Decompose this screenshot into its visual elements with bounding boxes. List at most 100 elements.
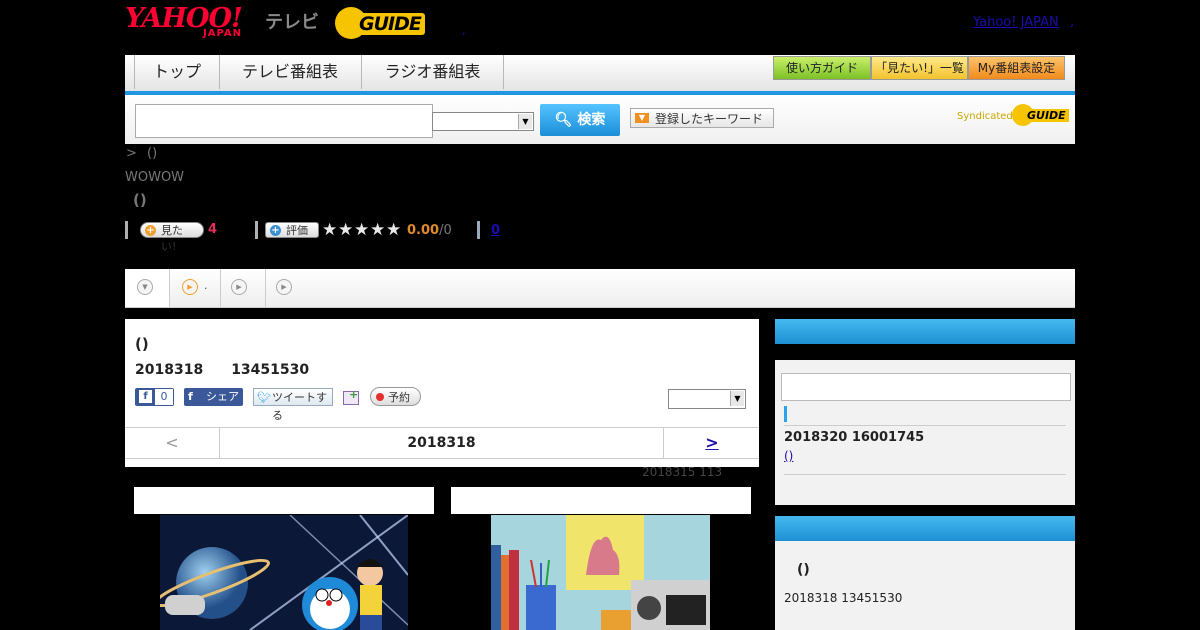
registered-keyword-label: 登録したキーワード <box>655 112 764 126</box>
breadcrumb-arrow: > <box>126 146 137 161</box>
my-listings-settings-button[interactable]: My番組表設定 <box>968 56 1065 80</box>
search-button-label: 検索 <box>577 112 606 128</box>
sidebar-program-link[interactable]: () <box>784 449 840 463</box>
action-divider <box>477 221 480 239</box>
twitter-bird-icon: 🐦︎ <box>257 391 271 404</box>
last-updated: 2018315 113 <box>642 465 723 479</box>
program-title: () <box>133 191 147 209</box>
sidebar-related-title: () <box>797 562 810 578</box>
header-dot: , <box>462 24 466 37</box>
play-icon: ▶ <box>231 279 247 295</box>
program-broadcast-time: 2018318 13451530 <box>135 362 310 378</box>
facebook-share-button[interactable]: f シェア <box>184 388 243 406</box>
like-count: 0 <box>155 389 173 405</box>
nav-tab-radio-listings[interactable]: ラジオ番組表 <box>362 55 504 89</box>
comment-count-link[interactable]: 0 <box>491 223 500 238</box>
tweet-label: ツイートする <box>272 391 327 422</box>
channel-name: WOWOW <box>125 170 185 185</box>
thumbnail-header <box>451 487 751 514</box>
registered-keyword-button[interactable]: ▼ 登録したキーワード <box>630 108 774 128</box>
tv-label[interactable]: テレビ <box>265 8 319 34</box>
plus-icon: + <box>349 388 359 401</box>
tweet-button[interactable]: 🐦︎ ツイートする <box>253 388 333 422</box>
recorder-select[interactable]: ▼ <box>668 389 746 409</box>
tab-dot: . <box>204 279 208 292</box>
yahoo-link-trail: , <box>1070 15 1075 30</box>
search-category-select[interactable]: ▼ <box>432 112 534 131</box>
rate-button[interactable]: + 評価 <box>265 222 319 238</box>
syndicated-gguide-logo: GUIDE <box>1012 104 1069 126</box>
facebook-like-button[interactable]: f 0 <box>135 388 174 406</box>
plus-icon: + <box>145 225 156 236</box>
gguide-logo[interactable]: GUIDE <box>335 7 431 39</box>
bookmark-icon[interactable]: + <box>343 388 359 405</box>
syndicated-label: Syndicated <box>957 111 1013 122</box>
mitai-label: 見たい! <box>161 224 183 253</box>
plus-icon: + <box>270 225 281 236</box>
program-image-room[interactable] <box>491 515 710 630</box>
star-icon: ★ <box>354 220 370 240</box>
star-icon: ★ <box>322 220 338 240</box>
reserve-label: 予約 <box>388 391 410 404</box>
breadcrumb: > () <box>126 146 157 161</box>
previous-date-button[interactable]: < <box>125 428 220 458</box>
search-area: ▼ 🔍︎ 検索 ▼ 登録したキーワード Syndicated GUIDE <box>125 95 1075 144</box>
search-icon: 🔍︎ <box>554 112 573 128</box>
action-divider <box>255 221 258 239</box>
mitai-button[interactable]: + 見たい! <box>140 222 204 253</box>
tab-third[interactable]: ▶ <box>221 269 266 307</box>
share-label: シェア <box>206 390 239 403</box>
tab-fourth[interactable]: ▶ <box>266 269 310 307</box>
syndicated-logo-text: GUIDE <box>1024 109 1069 122</box>
facebook-icon: f <box>139 390 152 403</box>
chevron-down-icon: ▼ <box>730 391 744 406</box>
action-divider <box>125 221 128 239</box>
mitai-count: 4 <box>208 222 218 237</box>
sidebar-search-field[interactable] <box>781 373 1071 401</box>
tab-program-info[interactable]: ▼ <box>125 269 170 307</box>
gguide-logo-text: GUIDE <box>355 13 425 35</box>
room-scene-image <box>491 515 710 630</box>
main-nav: トップ テレビ番組表 ラジオ番組表 使い方ガイド 「見たい!」一覧 My番組表設… <box>125 55 1075 95</box>
program-detail-title: () <box>135 335 149 353</box>
reserve-button[interactable]: 予約 <box>370 387 421 406</box>
chevron-down-icon: ▼ <box>137 279 153 295</box>
mitai-list-button[interactable]: 「見たい!」一覧 <box>871 56 968 80</box>
sidebar-header-band <box>775 344 1075 360</box>
play-icon: ▶ <box>276 279 292 295</box>
date-navigation: < 2018318 > <box>125 427 759 459</box>
search-button[interactable]: 🔍︎ 検索 <box>540 104 620 136</box>
sidebar-header <box>775 516 1075 541</box>
star-icon: ★ <box>386 220 402 240</box>
program-detail-card: () 2018318 13451530 f 0 f シェア 🐦︎ ツイートする … <box>125 319 759 467</box>
star-icon: ★ <box>338 220 354 240</box>
record-icon <box>376 393 384 401</box>
rating-value: 0.00/0 <box>407 223 452 238</box>
sidebar-related-time: 2018318 13451530 <box>784 591 903 605</box>
thumbnail-header <box>134 487 434 514</box>
tab-second[interactable]: ▶ . <box>170 269 221 307</box>
rating-average: 0.00 <box>407 223 440 238</box>
breadcrumb-item[interactable]: () <box>147 146 157 161</box>
sidebar-header <box>775 319 1075 344</box>
next-date-button[interactable]: > <box>663 428 760 458</box>
play-icon: ▶ <box>182 279 198 295</box>
current-date: 2018318 <box>407 435 476 451</box>
facebook-icon: f <box>188 390 193 403</box>
rate-label: 評価 <box>286 224 308 237</box>
sidebar-next-broadcast-time: 2018320 16001745 <box>784 430 925 445</box>
space-scene-image <box>160 515 408 630</box>
nav-tab-top[interactable]: トップ <box>134 55 220 89</box>
sidebar-box-upcoming: 2018320 16001745 () <box>775 319 1075 505</box>
program-tab-bar: ▼ ▶ . ▶ ▶ <box>125 269 1075 308</box>
yahoo-japan-logo-sub: JAPAN <box>203 28 242 39</box>
usage-guide-button[interactable]: 使い方ガイド <box>773 56 871 80</box>
keyword-arrow-icon: ▼ <box>635 113 649 123</box>
sidebar-divider <box>784 474 1066 475</box>
search-input[interactable] <box>135 104 433 138</box>
sidebar-divider <box>784 425 1066 426</box>
program-image-space[interactable] <box>160 515 408 630</box>
nav-tab-tv-listings[interactable]: テレビ番組表 <box>219 55 362 89</box>
yahoo-japan-link[interactable]: Yahoo! JAPAN <box>973 15 1059 30</box>
chevron-down-icon: ▼ <box>518 114 532 129</box>
